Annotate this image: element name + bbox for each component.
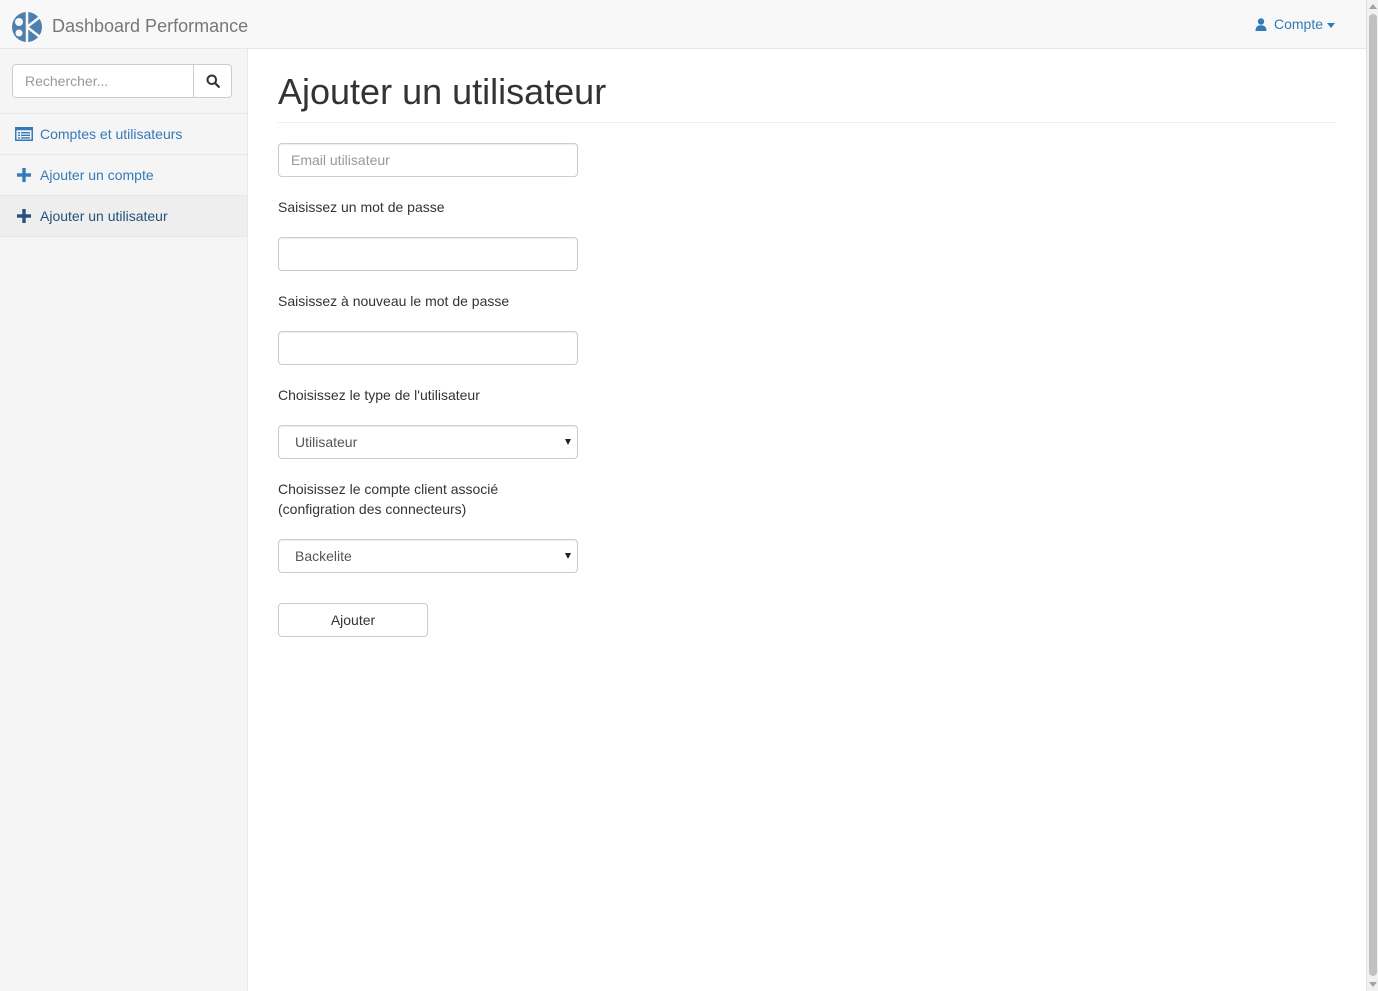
- password-label: Saisissez un mot de passe: [278, 199, 445, 215]
- email-field[interactable]: [278, 143, 578, 177]
- account-menu-label: Compte: [1274, 16, 1324, 32]
- sidebar-item-label: Comptes et utilisateurs: [40, 126, 183, 142]
- scroll-down-arrow-icon[interactable]: [1369, 982, 1377, 987]
- user-icon: [1255, 17, 1267, 31]
- client-account-select[interactable]: Backelite: [278, 539, 578, 573]
- client-account-selected-value: Backelite: [295, 548, 352, 564]
- client-account-label-line1: Choisissez le compte client associé: [278, 481, 499, 497]
- password-confirm-label: Saisissez à nouveau le mot de passe: [278, 293, 510, 309]
- client-account-label: Choisissez le compte client associé (con…: [278, 479, 498, 519]
- sidebar-item-label: Ajouter un utilisateur: [40, 208, 168, 224]
- divider: [278, 122, 1335, 123]
- brand-title[interactable]: Dashboard Performance: [52, 16, 248, 37]
- sidebar-item-ajouter-un-compte[interactable]: Ajouter un compte: [0, 155, 247, 196]
- user-type-label: Choisissez le type de l'utilisateur: [278, 387, 480, 403]
- sidebar-item-comptes-et-utilisateurs[interactable]: Comptes et utilisateurs: [0, 114, 247, 155]
- add-user-button[interactable]: Ajouter: [278, 603, 428, 637]
- search-icon: [206, 74, 220, 88]
- list-icon: [15, 126, 33, 142]
- sidebar: Comptes et utilisateurs Ajouter un compt…: [0, 49, 248, 991]
- sidebar-search: [12, 64, 232, 98]
- plus-icon: [15, 167, 33, 183]
- client-account-label-line2: (configration des connecteurs): [278, 501, 467, 517]
- password-field[interactable]: [278, 237, 578, 271]
- sidebar-item-ajouter-un-utilisateur[interactable]: Ajouter un utilisateur: [0, 196, 247, 237]
- caret-down-icon: [1327, 22, 1336, 28]
- dropdown-arrow-icon: [565, 439, 571, 445]
- search-button[interactable]: [194, 64, 232, 98]
- sidebar-item-label: Ajouter un compte: [40, 167, 154, 183]
- scrollbar[interactable]: [1366, 0, 1378, 991]
- page-title: Ajouter un utilisateur: [278, 71, 607, 112]
- top-navbar: Dashboard Performance Compte: [0, 0, 1366, 49]
- user-type-select[interactable]: Utilisateur: [278, 425, 578, 459]
- dropdown-arrow-icon: [565, 553, 571, 559]
- account-menu-button[interactable]: Compte: [1255, 14, 1336, 34]
- user-type-selected-value: Utilisateur: [295, 434, 358, 450]
- brand-logo-icon[interactable]: [11, 11, 43, 43]
- scroll-up-arrow-icon[interactable]: [1369, 4, 1377, 9]
- search-input[interactable]: [12, 64, 194, 98]
- password-confirm-field[interactable]: [278, 331, 578, 365]
- plus-icon: [15, 208, 33, 224]
- scrollbar-thumb[interactable]: [1369, 14, 1377, 976]
